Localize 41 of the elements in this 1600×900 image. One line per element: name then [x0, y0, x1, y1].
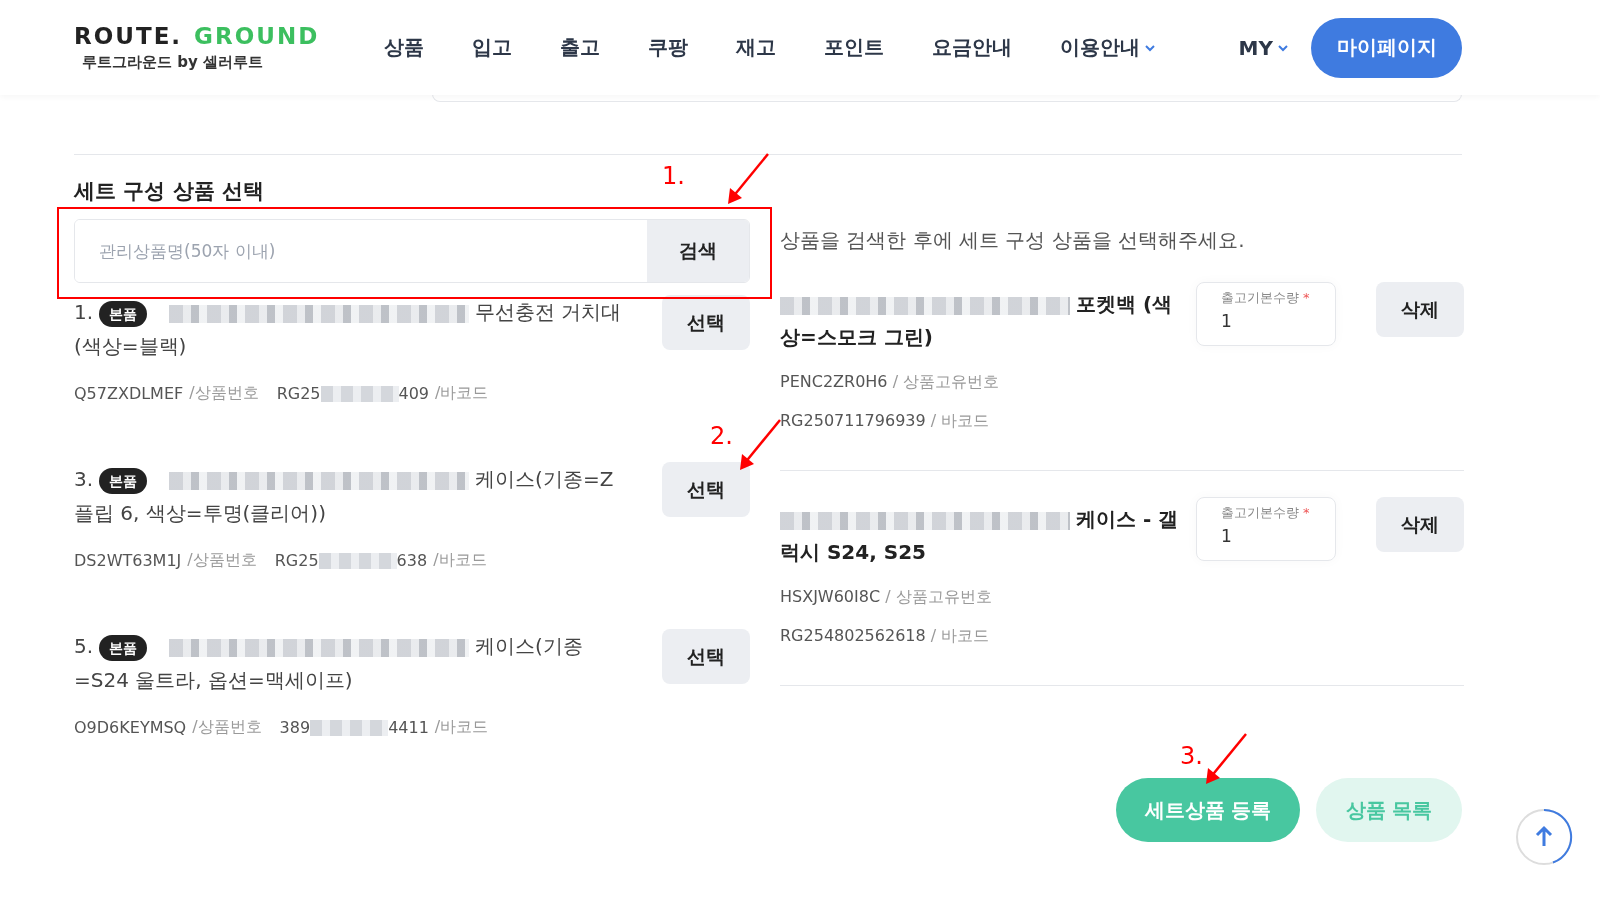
section-title: 세트 구성 상품 선택 [74, 178, 264, 205]
nav-link[interactable]: 상품 [384, 34, 424, 61]
product-id: PENC2ZR0H6 / 상품고유번호 [780, 372, 1001, 393]
delete-button[interactable]: 삭제 [1376, 497, 1464, 552]
select-button[interactable]: 선택 [662, 295, 750, 350]
logo-tagline: 루트그라운드 by 셀러루트 [82, 53, 264, 72]
product-name: 3. 본품 케이스(기종=Z 플립 6, 색상=투명(클리어)) [74, 466, 615, 527]
nav-link[interactable]: 쿠팡 [648, 34, 688, 61]
nav-link[interactable]: 입고 [472, 34, 512, 61]
nav-link[interactable]: 포인트 [824, 34, 884, 61]
delete-button[interactable]: 삭제 [1376, 282, 1464, 337]
barcode: RG250711796939 / 바코드 [780, 411, 991, 432]
product-codes: DS2WT63M1J /상품번호 RG25 638 /바코드 [74, 550, 488, 571]
field-label: 출고기본수량 * [1221, 289, 1311, 307]
caret-icon [1144, 43, 1156, 52]
barcode: RG254802562618 / 바코드 [780, 626, 991, 647]
annotation-label: 2. [710, 422, 733, 450]
product-name: 케이스 - 갤럭시 S24, S25 [780, 506, 1180, 566]
product-name: 1. 본품 무선충전 거치대(색상=블랙) [74, 299, 623, 360]
nav-link[interactable]: 이용안내 [1060, 34, 1156, 61]
nav-link[interactable]: 요금안내 [932, 34, 1012, 61]
hint-text: 상품을 검색한 후에 세트 구성 상품을 선택해주세요. [780, 227, 1246, 254]
select-button[interactable]: 선택 [662, 462, 750, 517]
annotation-label: 1. [662, 162, 685, 190]
product-codes: Q57ZXDLMEF /상품번호 RG25 409 /바코드 [74, 383, 490, 404]
search-button[interactable]: 검색 [647, 220, 749, 282]
product-name: 포켓백 (색상=스모크 그린) [780, 291, 1174, 351]
caret-icon [1277, 43, 1289, 52]
scroll-top-button[interactable] [1515, 808, 1573, 866]
mypage-button[interactable]: 마이페이지 [1311, 17, 1462, 78]
product-name: 5. 본품 케이스(기종=S24 울트라, 옵션=맥세이프) [74, 633, 584, 694]
my-menu[interactable]: MY [1238, 35, 1289, 60]
nav-link[interactable]: 재고 [736, 34, 776, 61]
logo[interactable]: ROUTE. GROUND [74, 23, 374, 49]
annotation-label: 3. [1180, 742, 1203, 770]
product-id: HSXJW60I8C / 상품고유번호 [780, 587, 993, 608]
product-codes: O9D6KEYMSQ /상품번호 389 4411 /바코드 [74, 717, 490, 738]
select-button[interactable]: 선택 [662, 629, 750, 684]
nav-link[interactable]: 출고 [560, 34, 600, 61]
search-field[interactable]: 관리상품명(50자 이내) 검색 [74, 219, 750, 283]
field-label: 출고기본수량 * [1221, 504, 1311, 522]
